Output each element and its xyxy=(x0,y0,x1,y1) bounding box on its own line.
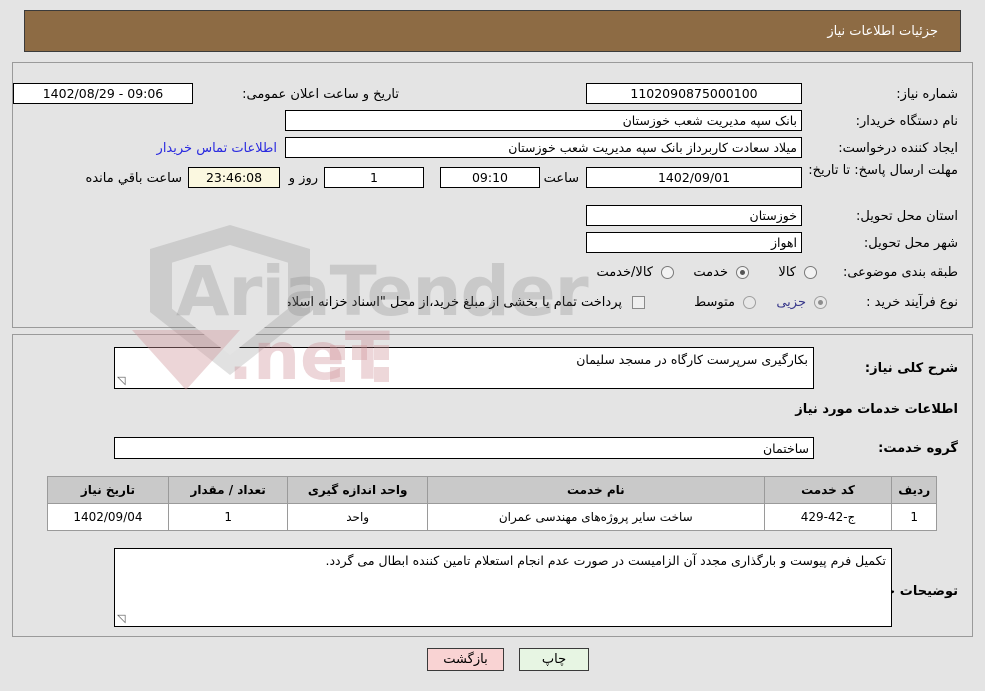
td-name: ساخت سایر پروژه‌های مهندسی عمران xyxy=(426,503,765,531)
category-label-goods: کالا xyxy=(778,265,796,280)
th-qty: تعداد / مقدار xyxy=(167,476,289,504)
deadline-label: مهلت ارسال پاسخ: تا تاریخ: xyxy=(808,163,958,178)
general-desc-value: بکارگیری سرپرست کارگاه در مسجد سلیمان xyxy=(576,352,808,367)
td-qty: 1 xyxy=(167,503,289,531)
city-value: اهواز xyxy=(770,235,797,250)
public-announce-value: 1402/08/29 - 09:06 xyxy=(42,86,164,101)
purchase-label-medium: متوسط xyxy=(694,295,735,310)
category-label-service: خدمت xyxy=(693,265,728,280)
creator-value: میلاد سعادت کاربرداز بانک سپه مدیریت شعب… xyxy=(508,140,797,155)
treasury-bond-note: پرداخت تمام یا بخشی از مبلغ خرید،از محل … xyxy=(207,295,622,310)
th-name: نام خدمت xyxy=(426,476,765,504)
general-desc-label: شرح کلی نیاز: xyxy=(864,361,958,376)
purchase-radio-minor[interactable] xyxy=(814,296,827,309)
th-row: ردیف xyxy=(891,476,937,504)
td-date: 1402/09/04 xyxy=(47,503,169,531)
buyer-org-value: بانک سپه مدیریت شعب خوزستان xyxy=(622,113,797,128)
table-row: 1 ج-42-429 ساخت سایر پروژه‌های مهندسی عم… xyxy=(47,503,937,531)
treasury-bond-checkbox[interactable] xyxy=(632,296,645,309)
buyer-notes-textarea[interactable]: تکمیل فرم پیوست و بارگذاری مجدد آن الزام… xyxy=(114,548,892,627)
countdown-value: 23:46:08 xyxy=(205,170,263,185)
purchase-radio-medium[interactable] xyxy=(743,296,756,309)
th-unit: واحد اندازه گیری xyxy=(287,476,428,504)
category-label-goods-service: کالا/خدمت xyxy=(596,265,653,280)
print-button-label: چاپ xyxy=(541,652,567,667)
category-radio-goods-service[interactable] xyxy=(661,266,674,279)
province-value: خوزستان xyxy=(749,208,797,223)
page-header: جزئیات اطلاعات نیاز xyxy=(24,10,961,52)
back-button-label: بازگشت xyxy=(443,652,488,667)
services-table: ردیف کد خدمت نام خدمت واحد اندازه گیری ت… xyxy=(47,476,937,531)
days-and-label: روز و xyxy=(288,171,318,186)
city-field[interactable]: اهواز xyxy=(586,232,802,253)
td-code: ج-42-429 xyxy=(763,503,893,531)
th-code: کد خدمت xyxy=(763,476,893,504)
purchase-label-minor: جزیی xyxy=(776,295,806,310)
print-button[interactable]: چاپ xyxy=(519,648,589,671)
service-group-label: گروه خدمت: xyxy=(878,441,958,456)
creator-label: ایجاد کننده درخواست: xyxy=(838,141,958,156)
deadline-date-field[interactable]: 1402/09/01 xyxy=(586,167,802,188)
page-root: جزئیات اطلاعات نیاز AriaTender .neT شمار… xyxy=(0,0,985,691)
need-number-value: 1102090875000100 xyxy=(630,86,758,101)
back-button[interactable]: بازگشت xyxy=(427,648,504,671)
buyer-notes-resize-grip-icon[interactable]: ◸ xyxy=(117,612,125,625)
service-group-field[interactable]: ساختمان xyxy=(114,437,814,459)
category-radio-goods[interactable] xyxy=(804,266,817,279)
buyer-notes-value: تکمیل فرم پیوست و بارگذاری مجدد آن الزام… xyxy=(325,553,886,568)
city-label: شهر محل تحویل: xyxy=(863,236,958,251)
general-desc-textarea[interactable]: بکارگیری سرپرست کارگاه در مسجد سلیمان ◸ xyxy=(114,347,814,389)
days-left-value: 1 xyxy=(370,170,378,185)
buyer-org-label: نام دستگاه خریدار: xyxy=(855,114,958,129)
creator-field[interactable]: میلاد سعادت کاربرداز بانک سپه مدیریت شعب… xyxy=(285,137,802,158)
table-header-row: ردیف کد خدمت نام خدمت واحد اندازه گیری ت… xyxy=(47,476,937,504)
resize-grip-icon[interactable]: ◸ xyxy=(117,374,125,387)
purchase-type-label: نوع فرآیند خرید : xyxy=(866,295,958,310)
service-group-value: ساختمان xyxy=(763,440,809,456)
province-label: استان محل تحویل: xyxy=(856,209,958,224)
need-number-label: شماره نیاز: xyxy=(896,87,958,102)
th-date: تاریخ نیاز xyxy=(47,476,169,504)
days-left-field: 1 xyxy=(324,167,424,188)
td-row: 1 xyxy=(891,503,937,531)
need-number-field[interactable]: 1102090875000100 xyxy=(586,83,802,104)
public-announce-field[interactable]: 1402/08/29 - 09:06 xyxy=(13,83,193,104)
td-unit: واحد xyxy=(287,503,428,531)
countdown-field: 23:46:08 xyxy=(188,167,280,188)
need-summary-panel: شماره نیاز: 1102090875000100 تاریخ و ساع… xyxy=(12,62,973,328)
deadline-date-value: 1402/09/01 xyxy=(657,170,731,185)
public-announce-label: تاریخ و ساعت اعلان عمومی: xyxy=(242,87,399,102)
deadline-hour-value: 09:10 xyxy=(471,170,509,185)
province-field[interactable]: خوزستان xyxy=(586,205,802,226)
buyer-contact-link[interactable]: اطلاعات تماس خریدار xyxy=(157,141,277,156)
category-radio-service[interactable] xyxy=(736,266,749,279)
page-title: جزئیات اطلاعات نیاز xyxy=(827,24,938,39)
deadline-hour-field[interactable]: 09:10 xyxy=(440,167,540,188)
services-info-heading: اطلاعات خدمات مورد نیاز xyxy=(795,402,958,417)
buyer-org-field[interactable]: بانک سپه مدیریت شعب خوزستان xyxy=(285,110,802,131)
category-label: طبقه بندی موضوعی: xyxy=(842,265,958,280)
remaining-label: ساعت باقي مانده xyxy=(85,171,182,186)
deadline-hour-label: ساعت xyxy=(543,171,579,186)
